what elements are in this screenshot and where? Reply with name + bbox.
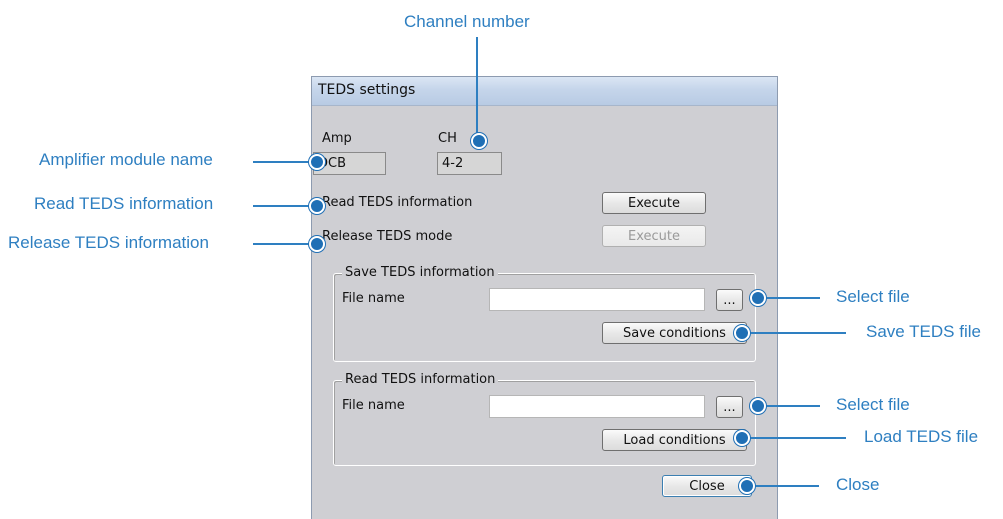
read-teds-info-label: Read TEDS information — [322, 195, 473, 210]
save-file-name-input[interactable] — [489, 288, 705, 311]
read-teds-legend: Read TEDS information — [342, 372, 499, 387]
callout-line-release — [253, 243, 315, 245]
callout-line-read — [253, 205, 315, 207]
callout-amplifier-module-name: Amplifier module name — [39, 150, 213, 169]
callout-dot-select-file-2 — [750, 398, 766, 414]
teds-settings-window: TEDS settings Amp DCB CH 4-2 Read TEDS i… — [311, 76, 778, 519]
release-teds-execute-button[interactable]: Execute — [602, 225, 706, 247]
callout-save-teds-file: Save TEDS file — [866, 322, 981, 341]
callout-release-teds-information: Release TEDS information — [8, 233, 209, 252]
read-browse-button[interactable]: ... — [716, 396, 743, 418]
title-bar[interactable]: TEDS settings — [312, 77, 777, 106]
callout-select-file-2: Select file — [836, 395, 910, 414]
save-browse-button[interactable]: ... — [716, 289, 743, 311]
read-file-name-label: File name — [342, 398, 405, 413]
callout-dot-amp — [309, 154, 325, 170]
callout-dot-release — [309, 236, 325, 252]
callout-line-close — [749, 485, 819, 487]
callout-line-select-file-2 — [760, 405, 820, 407]
window-title: TEDS settings — [318, 82, 416, 98]
save-conditions-button[interactable]: Save conditions — [602, 322, 747, 344]
callout-line-load-teds-file — [744, 437, 846, 439]
callout-dot-read — [309, 198, 325, 214]
callout-dot-load-teds-file — [734, 430, 750, 446]
read-file-name-input[interactable] — [489, 395, 705, 418]
callout-line-amp — [253, 161, 315, 163]
release-teds-mode-label: Release TEDS mode — [322, 229, 453, 244]
read-teds-execute-button[interactable]: Execute — [602, 192, 706, 214]
ch-field: 4-2 — [437, 152, 502, 175]
ch-label: CH — [438, 131, 457, 146]
callout-close: Close — [836, 475, 880, 494]
callout-line-select-file-1 — [760, 297, 820, 299]
callout-read-teds-information: Read TEDS information — [34, 194, 214, 213]
save-file-name-label: File name — [342, 291, 405, 306]
save-teds-group: Save TEDS information File name ... Save… — [333, 265, 756, 362]
read-teds-group: Read TEDS information File name ... Load… — [333, 372, 756, 466]
amp-label: Amp — [322, 131, 352, 146]
callout-select-file-1: Select file — [836, 287, 910, 306]
save-teds-legend: Save TEDS information — [342, 265, 498, 280]
callout-dot-select-file-1 — [750, 290, 766, 306]
callout-dot-save-teds-file — [734, 325, 750, 341]
callout-line-channel — [476, 37, 478, 137]
load-conditions-button[interactable]: Load conditions — [602, 429, 747, 451]
callout-dot-close — [739, 478, 755, 494]
callout-line-save-teds-file — [744, 332, 846, 334]
callout-load-teds-file: Load TEDS file — [864, 427, 979, 446]
callout-dot-channel — [471, 133, 487, 149]
callout-channel-number: Channel number — [404, 12, 530, 31]
